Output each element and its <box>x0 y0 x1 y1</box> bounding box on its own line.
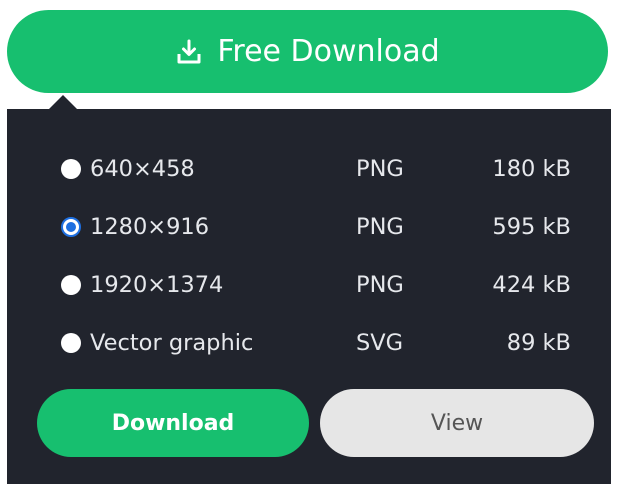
option-size: 424 kB <box>492 271 571 298</box>
radio-1920x1374[interactable] <box>61 275 81 295</box>
radio-1280x916[interactable] <box>61 217 81 237</box>
option-resolution: 640×458 <box>90 155 195 182</box>
option-1280x916[interactable]: 1280×916 PNG 595 kB <box>7 207 611 247</box>
download-widget: Free Download 640×458 PNG 180 kB 1280×91… <box>0 0 619 484</box>
view-button[interactable]: View <box>320 389 594 457</box>
download-button[interactable]: Download <box>37 389 309 457</box>
option-size: 180 kB <box>492 155 571 182</box>
option-size: 89 kB <box>506 329 571 356</box>
free-download-label: Free Download <box>217 33 440 69</box>
option-format: PNG <box>356 271 404 298</box>
option-640x458[interactable]: 640×458 PNG 180 kB <box>7 149 611 189</box>
option-resolution: Vector graphic <box>90 329 254 356</box>
radio-vector[interactable] <box>61 333 81 353</box>
option-format: PNG <box>356 213 404 240</box>
option-resolution: 1920×1374 <box>90 271 224 298</box>
download-tray-icon <box>175 38 203 66</box>
download-options-panel: 640×458 PNG 180 kB 1280×916 PNG 595 kB 1… <box>7 109 611 484</box>
option-format: PNG <box>356 155 404 182</box>
option-format: SVG <box>356 329 404 356</box>
option-vector[interactable]: Vector graphic SVG 89 kB <box>7 323 611 363</box>
option-resolution: 1280×916 <box>90 213 210 240</box>
option-1920x1374[interactable]: 1920×1374 PNG 424 kB <box>7 265 611 305</box>
radio-640x458[interactable] <box>61 159 81 179</box>
free-download-button[interactable]: Free Download <box>7 10 608 93</box>
option-size: 595 kB <box>492 213 571 240</box>
